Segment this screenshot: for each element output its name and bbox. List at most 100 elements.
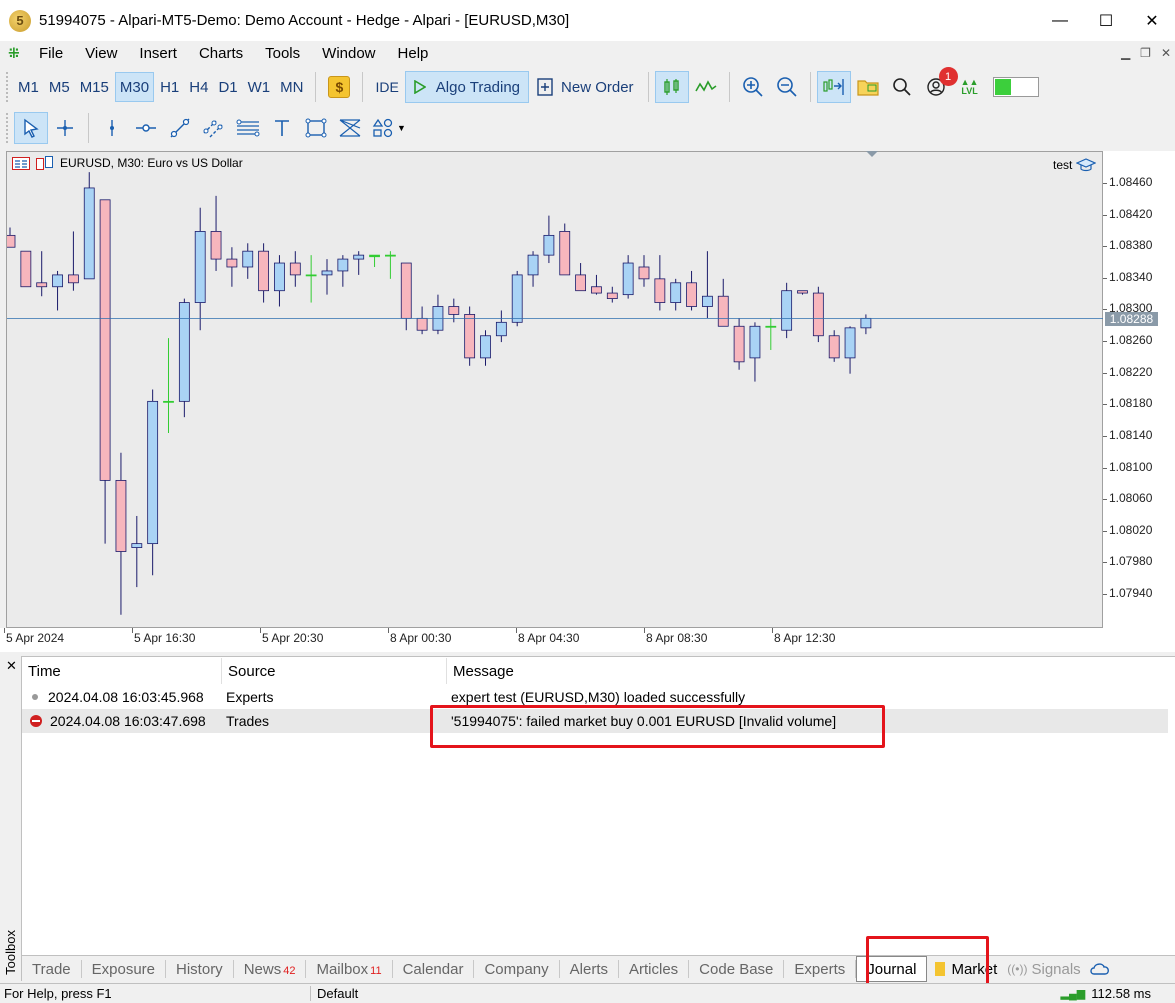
- chart-shift-button[interactable]: [816, 71, 851, 103]
- text-tool-button[interactable]: [265, 112, 299, 144]
- account-button[interactable]: 1: [919, 67, 958, 103]
- timeframe-h4-button[interactable]: H4: [185, 72, 212, 102]
- status-connection: ▂▄▆ 112.58 ms: [1061, 986, 1151, 1001]
- fibonacci-icon: [236, 119, 260, 137]
- tab-company[interactable]: Company: [474, 960, 560, 978]
- timeframe-m30-button[interactable]: M30: [114, 72, 155, 102]
- menu-help[interactable]: Help: [387, 45, 440, 62]
- candle: [559, 223, 571, 276]
- dollar-icon: $: [328, 76, 351, 98]
- menu-file[interactable]: File: [28, 45, 74, 62]
- zoom-out-button[interactable]: [770, 71, 804, 103]
- timeframe-d1-button[interactable]: D1: [214, 72, 241, 102]
- menu-tools[interactable]: Tools: [254, 45, 311, 62]
- toolbar-grip[interactable]: [6, 113, 10, 143]
- toolbar-grip[interactable]: [6, 72, 10, 102]
- tab-history[interactable]: History: [166, 960, 234, 978]
- expert-advisor-label[interactable]: test: [1053, 157, 1097, 173]
- tab-code-base[interactable]: Code Base: [689, 960, 785, 978]
- new-order-label: New Order: [561, 78, 634, 96]
- tab-signals[interactable]: Signals: [1031, 961, 1080, 978]
- menu-charts[interactable]: Charts: [188, 45, 254, 62]
- chart-area[interactable]: [6, 151, 1104, 629]
- chart-properties-icon[interactable]: [36, 156, 54, 170]
- candle: [210, 195, 222, 271]
- time-tick-mark: [772, 628, 773, 633]
- chart-shift-marker[interactable]: [866, 151, 878, 157]
- timeframe-mn-button[interactable]: MN: [276, 72, 307, 102]
- timeframe-m5-button[interactable]: M5: [45, 72, 74, 102]
- candle: [36, 251, 48, 297]
- rectangle-tool-button[interactable]: [299, 112, 333, 144]
- candle-body: [654, 278, 666, 303]
- column-header-message[interactable]: Message: [447, 658, 1168, 684]
- tab-exposure[interactable]: Exposure: [82, 960, 167, 978]
- trendline-tool-button[interactable]: [163, 112, 197, 144]
- candlestick-chart-button[interactable]: [654, 71, 689, 103]
- vps-cloud-icon[interactable]: [1089, 961, 1111, 977]
- shapes-icon: [372, 118, 393, 138]
- timeframe-h1-button[interactable]: H1: [156, 72, 183, 102]
- timeframe-m15-button[interactable]: M15: [76, 72, 113, 102]
- menu-window[interactable]: Window: [311, 45, 386, 62]
- candle-body: [464, 314, 476, 359]
- news-count-badge: 42: [283, 965, 296, 977]
- candle-body: [210, 231, 222, 260]
- tab-news[interactable]: News 42: [234, 960, 307, 978]
- candle: [543, 215, 555, 264]
- mdi-close-icon[interactable]: ✕: [1161, 46, 1171, 60]
- candle-body: [337, 258, 349, 272]
- candle: [781, 282, 793, 339]
- tab-trade[interactable]: Trade: [22, 960, 82, 978]
- lvl-button[interactable]: ▲▲ LVL: [953, 71, 987, 103]
- deposit-button[interactable]: $: [322, 71, 356, 103]
- candle: [83, 172, 95, 280]
- zoom-in-button[interactable]: [736, 71, 770, 103]
- ide-button[interactable]: IDE: [369, 79, 404, 95]
- mdi-minimize-icon[interactable]: ▁: [1121, 46, 1130, 60]
- search-button[interactable]: [885, 71, 919, 103]
- level-icon: ▲▲ LVL: [960, 77, 979, 96]
- tab-mailbox[interactable]: Mailbox 11: [306, 960, 393, 978]
- timeframe-m1-button[interactable]: M1: [14, 72, 43, 102]
- templates-button[interactable]: [851, 71, 885, 103]
- candle-body: [575, 274, 586, 292]
- maximize-button[interactable]: ☐: [1083, 0, 1129, 41]
- time-tick-mark: [4, 628, 5, 633]
- candlestick-chart[interactable]: [7, 152, 1104, 629]
- new-order-button[interactable]: New Order: [529, 71, 642, 103]
- tab-experts[interactable]: Experts: [784, 960, 857, 978]
- fibonacci-tool-button[interactable]: [231, 112, 265, 144]
- menu-insert[interactable]: Insert: [128, 45, 188, 62]
- crosshair-tool-button[interactable]: [48, 112, 82, 144]
- close-button[interactable]: ✕: [1129, 0, 1175, 41]
- candle: [52, 270, 63, 311]
- tab-calendar[interactable]: Calendar: [393, 960, 475, 978]
- gann-fan-tool-button[interactable]: [333, 112, 367, 144]
- horizontal-line-tool-button[interactable]: [129, 112, 163, 144]
- channel-tool-button[interactable]: [197, 112, 231, 144]
- mdi-restore-icon[interactable]: ❐: [1140, 46, 1151, 60]
- line-chart-button[interactable]: [689, 71, 723, 103]
- vertical-line-tool-button[interactable]: [95, 112, 129, 144]
- timeframe-w1-button[interactable]: W1: [244, 72, 275, 102]
- minimize-button[interactable]: —: [1037, 0, 1083, 41]
- toolbox-close-icon[interactable]: ✕: [6, 658, 17, 674]
- candle: [194, 207, 206, 331]
- tab-alerts[interactable]: Alerts: [560, 960, 619, 978]
- column-header-time[interactable]: Time: [22, 658, 222, 684]
- time-tick-label: 5 Apr 16:30: [134, 631, 196, 645]
- algo-trading-button[interactable]: Algo Trading: [404, 71, 530, 103]
- candle: [432, 294, 444, 335]
- shapes-tool-button[interactable]: ▼: [367, 112, 411, 144]
- price-tick-mark: [1103, 246, 1107, 248]
- menu-app-icon[interactable]: ⁜: [8, 45, 28, 62]
- candle-body: [194, 231, 206, 303]
- column-header-source[interactable]: Source: [222, 658, 447, 684]
- candle: [749, 322, 761, 382]
- one-click-trading-icon[interactable]: [12, 156, 30, 170]
- tab-articles[interactable]: Articles: [619, 960, 690, 978]
- candle: [20, 250, 32, 288]
- cursor-tool-button[interactable]: [14, 112, 48, 144]
- menu-view[interactable]: View: [74, 45, 128, 62]
